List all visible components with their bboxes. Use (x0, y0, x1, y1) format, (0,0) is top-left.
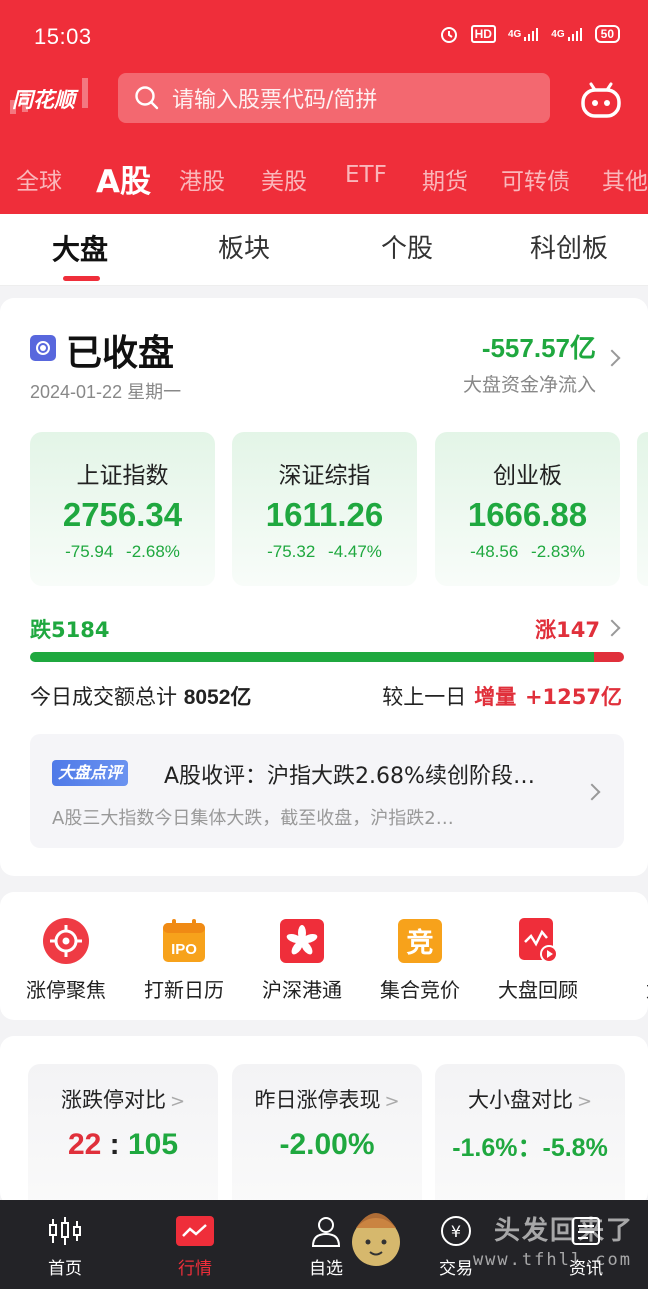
status-bar: 15:03 HD 4G 4G 50 (0, 0, 648, 72)
robot-assistant-icon[interactable] (578, 80, 624, 120)
nav-market[interactable]: 行情 (145, 1214, 245, 1279)
svg-text:竞: 竞 (407, 927, 434, 959)
status-time: 15:03 (34, 24, 92, 49)
alarm-icon (439, 24, 459, 44)
commentary-body: A股三大指数今日集体大跌，截至收盘，沪指跌2… (52, 808, 454, 829)
app-header: 15:03 HD 4G 4G 50 同花顺 请输入股票代码/简拼 全球 A股 港… (0, 0, 648, 214)
stat-title: 大小盘对比 > (467, 1088, 593, 1112)
chevron-right-icon (583, 783, 601, 801)
index-change: -75.94 -2.68% (65, 542, 180, 561)
target-icon (43, 918, 89, 964)
nav-home[interactable]: 首页 (15, 1214, 115, 1279)
stat-limit-compare[interactable]: 涨跌停对比 > 22 : 105 (28, 1064, 218, 1206)
turnover: 今日成交额总计 8052亿 (30, 685, 252, 709)
index-value: 1611.26 (265, 496, 384, 533)
sub-tabs: 大盘 板块 个股 科创板 (0, 214, 648, 286)
active-tab-indicator (63, 276, 100, 281)
search-input[interactable]: 请输入股票代码/简拼 (118, 73, 550, 123)
turnover-compare: 较上一日 增量 +1257亿 (382, 685, 622, 709)
commentary-badge: 大盘点评 (52, 760, 129, 786)
svg-text:IPO: IPO (171, 941, 197, 958)
tab-futures[interactable]: 期货 (422, 162, 468, 196)
chart-trend-icon (145, 1214, 245, 1248)
tab-other[interactable]: 其他 (602, 162, 648, 196)
commentary-title: A股收评：沪指大跌2.68%续创阶段… (164, 764, 535, 789)
fall-count: 跌5184 (30, 618, 110, 642)
trade-icon: ¥ (406, 1214, 506, 1248)
tab-convertible[interactable]: 可转债 (501, 162, 570, 196)
subtab-stocks[interactable]: 个股 (381, 228, 433, 265)
tab-hk[interactable]: 港股 (179, 162, 225, 196)
index-card-shanghai[interactable]: 上证指数 2756.34 -75.94 -2.68% (30, 432, 215, 586)
battery-icon: 50 (594, 25, 620, 43)
stat-title: 涨跌停对比 > (60, 1088, 186, 1112)
candlestick-icon (15, 1214, 115, 1248)
tab-us[interactable]: 美股 (261, 162, 307, 196)
rise-count: 涨147 (535, 618, 600, 642)
dragon-icon (633, 918, 648, 964)
tab-a-shares[interactable]: A股 (96, 156, 151, 201)
shortcut-dragon[interactable]: 龙 (597, 918, 648, 1003)
chevron-right-icon[interactable] (603, 349, 621, 367)
index-value: 2756.34 (62, 496, 183, 533)
index-name: 深证综指 (278, 463, 371, 489)
stat-yesterday-limit-up[interactable]: 昨日涨停表现 > -2.00% (232, 1064, 422, 1206)
watermark-text: 头发回来了 (493, 1216, 634, 1246)
index-value: 1666.88 (467, 496, 588, 533)
stat-value: 22 : 105 (67, 1128, 179, 1161)
net-flow-label[interactable]: 大盘资金净流入 (463, 370, 596, 397)
stats-card: 涨跌停对比 > 22 : 105 昨日涨停表现 > -2.00% 大小盘对比 > -1… (0, 1036, 648, 1206)
market-status: 已收盘 (66, 333, 175, 374)
signal-icon-1: 4G (508, 26, 539, 42)
market-date: 2024-01-22 星期一 (30, 382, 182, 402)
net-flow-value[interactable]: -557.57亿 (482, 328, 596, 365)
stat-title: 昨日涨停表现 > (254, 1088, 400, 1112)
shortcut-stock-connect[interactable]: 沪深港通 (243, 918, 361, 1003)
watermark-url: www.tfhll.com (472, 1250, 632, 1270)
market-tabs: 全球 A股 港股 美股 ETF 期货 可转债 其他 (0, 150, 648, 210)
hk-flower-icon (279, 918, 325, 964)
index-card-shenzhen[interactable]: 深证综指 1611.26 -75.32 -4.47% (232, 432, 417, 586)
stat-value: -1.6%：-5.8% (452, 1134, 608, 1162)
subtab-sectors[interactable]: 板块 (218, 228, 270, 265)
watermark-mascot-icon (352, 1213, 400, 1266)
market-closed-icon (30, 335, 56, 361)
fall-bar (30, 652, 600, 662)
index-card-chinext[interactable]: 创业板 1666.88 -48.56 -2.83% (435, 432, 620, 586)
stat-large-small-cap[interactable]: 大小盘对比 > -1.6%：-5.8% (435, 1064, 625, 1206)
ipo-calendar-icon: IPO (161, 918, 207, 964)
rise-bar (594, 652, 624, 662)
stat-value: -2.00% (279, 1128, 375, 1161)
chevron-right-icon[interactable] (603, 619, 621, 637)
market-commentary[interactable]: 大盘点评 A股收评：沪指大跌2.68%续创阶段… A股三大指数今日集体大跌，截至… (30, 734, 624, 848)
tab-etf[interactable]: ETF (345, 162, 387, 188)
status-icons: HD 4G 4G 50 (439, 24, 620, 44)
shortcut-call-auction[interactable]: 竞 集合竞价 (361, 918, 479, 1003)
shortcut-market-replay[interactable]: 大盘回顾 (479, 918, 597, 1003)
index-name: 上证指数 (76, 463, 169, 489)
bottom-nav: 首页 行情 自选 ¥ 交易 资讯 头发回来了 www.tfhll.com (0, 1200, 648, 1289)
tab-global[interactable]: 全球 (16, 162, 62, 196)
shortcut-ipo-calendar[interactable]: IPO 打新日历 (125, 918, 243, 1003)
search-row: 同花顺 请输入股票代码/简拼 (0, 72, 648, 128)
auction-icon: 竞 (397, 918, 443, 964)
signal-icon-2: 4G (551, 26, 582, 42)
svg-text:¥: ¥ (451, 1222, 461, 1241)
index-card-peek[interactable] (637, 432, 648, 586)
subtab-market[interactable]: 大盘 (52, 228, 108, 268)
replay-icon (515, 918, 561, 964)
index-change: -48.56 -2.83% (470, 542, 585, 561)
shortcuts-card: 涨停聚焦 IPO 打新日历 沪深港通 竞 集合竞价 大盘回顾 龙 (0, 892, 648, 1020)
market-overview-card: 已收盘 2024-01-22 星期一 -557.57亿 大盘资金净流入 上证指数… (0, 298, 648, 876)
index-change: -75.32 -4.47% (267, 542, 382, 561)
rise-fall-ratio-bar (30, 652, 624, 662)
app-logo[interactable]: 同花顺 (12, 84, 102, 118)
search-icon (135, 86, 159, 110)
subtab-star-market[interactable]: 科创板 (530, 228, 608, 265)
search-placeholder: 请输入股票代码/简拼 (172, 88, 378, 113)
index-name: 创业板 (493, 463, 562, 489)
shortcut-limit-up-focus[interactable]: 涨停聚焦 (7, 918, 125, 1003)
hd-icon: HD (470, 25, 496, 43)
